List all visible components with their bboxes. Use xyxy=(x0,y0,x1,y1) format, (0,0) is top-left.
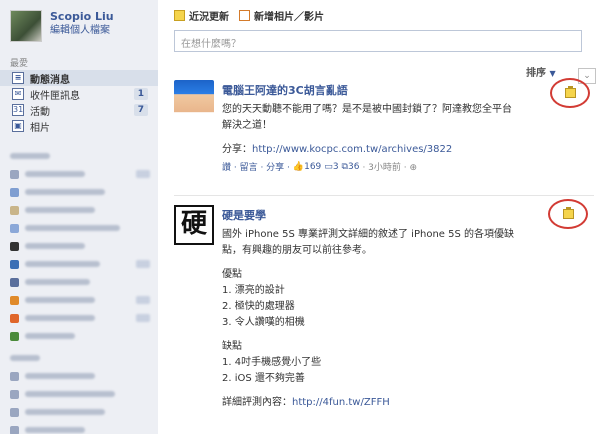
sort-label: 排序 xyxy=(526,68,546,79)
share-count[interactable]: ⧉36 xyxy=(342,162,360,172)
notes-icon[interactable] xyxy=(563,207,574,219)
messages-icon: ✉ xyxy=(12,88,24,100)
highlight-circle xyxy=(550,78,590,108)
like-count[interactable]: 👍169 xyxy=(293,162,321,172)
post-actions: 讚 · 留言 · 分享 · 👍169 ▭3 ⧉36 · 3小時前 · ⊕ xyxy=(222,160,552,174)
tab-label: 近況更新 xyxy=(189,12,229,23)
pros-item: 2. 極快的處理器 xyxy=(222,301,295,312)
blurred-item[interactable] xyxy=(10,258,150,270)
post-avatar[interactable]: 硬 xyxy=(174,205,214,245)
events-count-badge: 7 xyxy=(133,104,148,116)
blurred-item[interactable] xyxy=(10,330,150,342)
sidebar-item-messages[interactable]: ✉ 收件匣訊息 1 xyxy=(0,86,158,102)
messages-count-badge: 1 xyxy=(133,88,148,100)
highlight-circle xyxy=(548,199,588,229)
caret-down-icon: ▼ xyxy=(549,69,556,78)
post-text-line: 點，有興趣的朋友可以前往參考。 xyxy=(222,245,372,256)
blurred-item[interactable] xyxy=(10,204,150,216)
sidebar-item-label: 收件匣訊息 xyxy=(30,90,80,102)
blurred-item[interactable] xyxy=(10,168,150,180)
add-photo-video-icon xyxy=(239,10,250,21)
cons-item: 2. iOS 還不夠完善 xyxy=(222,373,305,384)
photos-icon: ▣ xyxy=(12,120,24,132)
sort-button[interactable]: 排序 ▼ xyxy=(526,64,556,79)
sidebar-item-events[interactable]: 31 活動 7 xyxy=(0,102,158,118)
detail-label: 詳細評測內容： xyxy=(222,397,292,408)
detail-link[interactable]: http://4fun.tw/ZFFH xyxy=(292,397,390,408)
profile-avatar[interactable] xyxy=(10,10,42,42)
blurred-item[interactable] xyxy=(10,352,150,364)
pros-item: 1. 漂亮的設計 xyxy=(222,285,285,296)
tab-status-update[interactable]: 近況更新 xyxy=(174,8,229,23)
share-prefix: 分享： xyxy=(222,144,252,155)
blurred-item[interactable] xyxy=(10,370,150,382)
post-action-links[interactable]: 讚 · 留言 · 分享 · xyxy=(222,160,290,173)
tab-add-photo-video[interactable]: 新增相片／影片 xyxy=(239,8,324,23)
tab-label: 新增相片／影片 xyxy=(254,12,324,23)
events-icon: 31 xyxy=(12,104,24,116)
comment-count[interactable]: ▭3 xyxy=(324,162,338,172)
blurred-item[interactable] xyxy=(10,276,150,288)
sidebar-item-photos[interactable]: ▣ 相片 xyxy=(0,118,158,134)
sidebar-item-label: 動態消息 xyxy=(30,74,70,86)
detail-line: 詳細評測內容：http://4fun.tw/ZFFH xyxy=(222,395,552,411)
blurred-item[interactable] xyxy=(10,312,150,324)
blurred-item[interactable] xyxy=(10,222,150,234)
pros-title: 優點 xyxy=(222,269,242,280)
status-input[interactable]: 在想什麼嗎？ xyxy=(174,30,582,52)
notes-icon[interactable] xyxy=(565,86,576,98)
post-divider xyxy=(174,195,594,196)
profile-name[interactable]: Scopio Liu xyxy=(50,10,114,24)
post-text-line: 解決之道！ xyxy=(222,120,272,131)
share-link[interactable]: http://www.kocpc.com.tw/archives/3822 xyxy=(252,144,452,155)
news-feed-icon: ≡ xyxy=(12,72,24,84)
favorites-nav: ≡ 動態消息 ✉ 收件匣訊息 1 31 活動 7 ▣ 相片 xyxy=(0,70,158,134)
edit-profile-link[interactable]: 編輯個人檔案 xyxy=(50,24,114,38)
composer-tabs: 近況更新 新增相片／影片 xyxy=(174,8,334,23)
blurred-item[interactable] xyxy=(10,424,150,434)
left-sidebar: Scopio Liu 編輯個人檔案 最愛 ≡ 動態消息 ✉ 收件匣訊息 1 31… xyxy=(0,0,158,434)
sidebar-item-label: 相片 xyxy=(30,122,50,134)
blurred-item[interactable] xyxy=(10,186,150,198)
blurred-item[interactable] xyxy=(10,150,150,162)
post-author[interactable]: 硬是要學 xyxy=(222,209,552,223)
share-line: 分享：http://www.kocpc.com.tw/archives/3822 xyxy=(222,142,552,158)
main-feed: 近況更新 新增相片／影片 在想什麼嗎？ 排序 ▼ ⌄ 電腦王阿達的3C胡言亂語 … xyxy=(170,0,600,434)
cons-item: 1. 4吋手機感覺小了些 xyxy=(222,357,322,368)
blurred-item[interactable] xyxy=(10,406,150,418)
post-author[interactable]: 電腦王阿達的3C胡言亂語 xyxy=(222,84,552,98)
blurred-item[interactable] xyxy=(10,240,150,252)
status-update-icon xyxy=(174,10,185,21)
profile-block: Scopio Liu 編輯個人檔案 xyxy=(10,10,114,42)
sidebar-item-news-feed[interactable]: ≡ 動態消息 xyxy=(0,70,158,86)
post-text-line: 您的天天動聽不能用了嗎？是不是被中國封鎖了？阿達教您全平台 xyxy=(222,104,512,115)
blurred-item[interactable] xyxy=(10,388,150,400)
blurred-item[interactable] xyxy=(10,294,150,306)
pros-item: 3. 令人讚嘆的相機 xyxy=(222,317,305,328)
favorites-heading: 最愛 xyxy=(10,59,29,69)
post-avatar[interactable] xyxy=(174,80,214,120)
post-text-line: 國外 iPhone 5S 專業評測文詳細的敘述了 iPhone 5S 的各項優缺 xyxy=(222,229,515,240)
blurred-sidebar-items xyxy=(10,150,150,434)
sidebar-item-label: 活動 xyxy=(30,106,50,118)
cons-title: 缺點 xyxy=(222,341,242,352)
post-time: · 3小時前 · ⊕ xyxy=(362,163,418,173)
